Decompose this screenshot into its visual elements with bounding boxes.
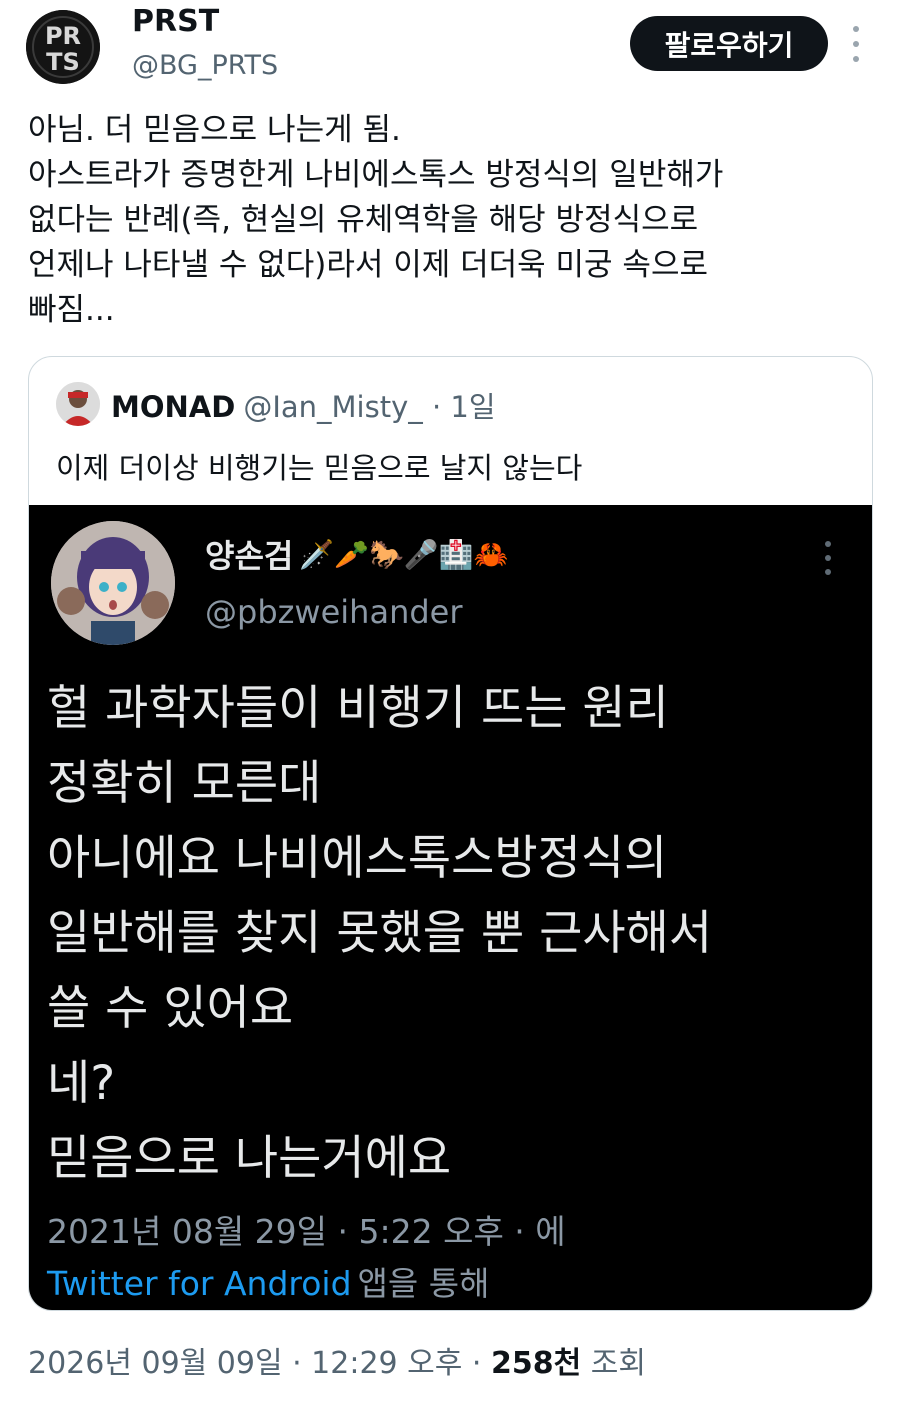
author-handle[interactable]: @BG_PRTS bbox=[132, 50, 278, 81]
quote-author-handle[interactable]: @Ian_Misty_ bbox=[243, 390, 422, 424]
tweet-meta: 2026년 09월 09일 · 12:29 오후 · 258천 조회 bbox=[28, 1338, 646, 1382]
embedded-text-line: 아니에요 나비에스톡스방정식의 bbox=[47, 831, 668, 886]
quote-author-name[interactable]: MONAD bbox=[111, 390, 235, 424]
tweet-text-line: 언제나 나타낼 수 없다)라서 이제 더더욱 미궁 속으로 bbox=[28, 247, 708, 283]
quote-avatar-image bbox=[56, 382, 100, 426]
embedded-author-handle: @pbzweihander bbox=[205, 593, 463, 631]
embedded-author-avatar bbox=[51, 521, 175, 645]
embedded-text-line: 헐 과학자들이 비행기 뜨는 원리 bbox=[47, 681, 669, 736]
tweet-text-line: 아님. 더 믿음으로 나는게 됨. bbox=[28, 112, 401, 148]
embedded-text-line: 정확히 모른대 bbox=[47, 756, 322, 811]
tweet-text: 아님. 더 믿음으로 나는게 됨. 아스트라가 증명한게 나비에스톡스 방정식의… bbox=[28, 108, 878, 333]
embedded-author-name: 양손검 🗡️🥕🐎🎤🏥🦀 bbox=[205, 531, 509, 577]
anime-avatar-image bbox=[51, 521, 175, 645]
embedded-text-line: 네? bbox=[47, 1056, 116, 1111]
quote-text: 이제 더이상 비행기는 믿음으로 날지 않는다 bbox=[56, 451, 583, 485]
embedded-author-emojis: 🗡️🥕🐎🎤🏥🦀 bbox=[299, 537, 509, 571]
embedded-source-link: Twitter for Android bbox=[47, 1264, 352, 1303]
author-name[interactable]: PRST bbox=[132, 4, 219, 39]
embedded-text-line: 일반해를 찾지 못했을 뿐 근사해서 bbox=[47, 906, 713, 961]
embedded-text-line: 믿음으로 나는거에요 bbox=[47, 1131, 452, 1186]
follow-button[interactable]: 팔로우하기 bbox=[630, 16, 828, 71]
prts-logo: PR TS bbox=[26, 10, 100, 84]
embedded-more-icon bbox=[824, 541, 832, 575]
embedded-tweet-text: 헐 과학자들이 비행기 뜨는 원리 정확히 모른대 아니에요 나비에스톡스방정식… bbox=[47, 671, 857, 1196]
quote-header: MONAD @Ian_Misty_ · 1일 bbox=[111, 384, 496, 426]
tweet-text-line: 아스트라가 증명한게 나비에스톡스 방정식의 일반해가 bbox=[28, 157, 724, 193]
embedded-screenshot[interactable]: 양손검 🗡️🥕🐎🎤🏥🦀 @pbzweihander 헐 과학자들이 비행기 뜨는… bbox=[29, 505, 872, 1310]
views-label: 조회 bbox=[590, 1346, 646, 1381]
embedded-source-suffix: 앱을 통해 bbox=[357, 1264, 490, 1303]
views-count: 258천 bbox=[491, 1346, 582, 1381]
avatar-text-line2: TS bbox=[46, 48, 80, 76]
embedded-author-name-text: 양손검 bbox=[205, 537, 294, 575]
more-options-icon[interactable] bbox=[846, 26, 866, 62]
tweet-text-line: 없다는 반례(즉, 현실의 유체역학을 해당 방정식으로 bbox=[28, 202, 699, 238]
embedded-text-line: 쓸 수 있어요 bbox=[47, 981, 294, 1036]
quote-author-avatar[interactable] bbox=[56, 382, 100, 426]
avatar-text-line1: PR bbox=[45, 22, 81, 50]
embedded-source: Twitter for Android 앱을 통해 bbox=[47, 1257, 489, 1305]
tweet-timestamp[interactable]: 2026년 09월 09일 · 12:29 오후 · bbox=[28, 1346, 481, 1381]
embedded-date: 2021년 08월 29일 · 5:22 오후 · 에 bbox=[47, 1212, 566, 1251]
author-avatar[interactable]: PR TS bbox=[26, 10, 100, 84]
quoted-tweet-card[interactable]: MONAD @Ian_Misty_ · 1일 이제 더이상 비행기는 믿음으로 날… bbox=[28, 356, 873, 1311]
quote-time: · 1일 bbox=[431, 390, 496, 424]
tweet-text-line: 빠짐... bbox=[28, 292, 115, 328]
